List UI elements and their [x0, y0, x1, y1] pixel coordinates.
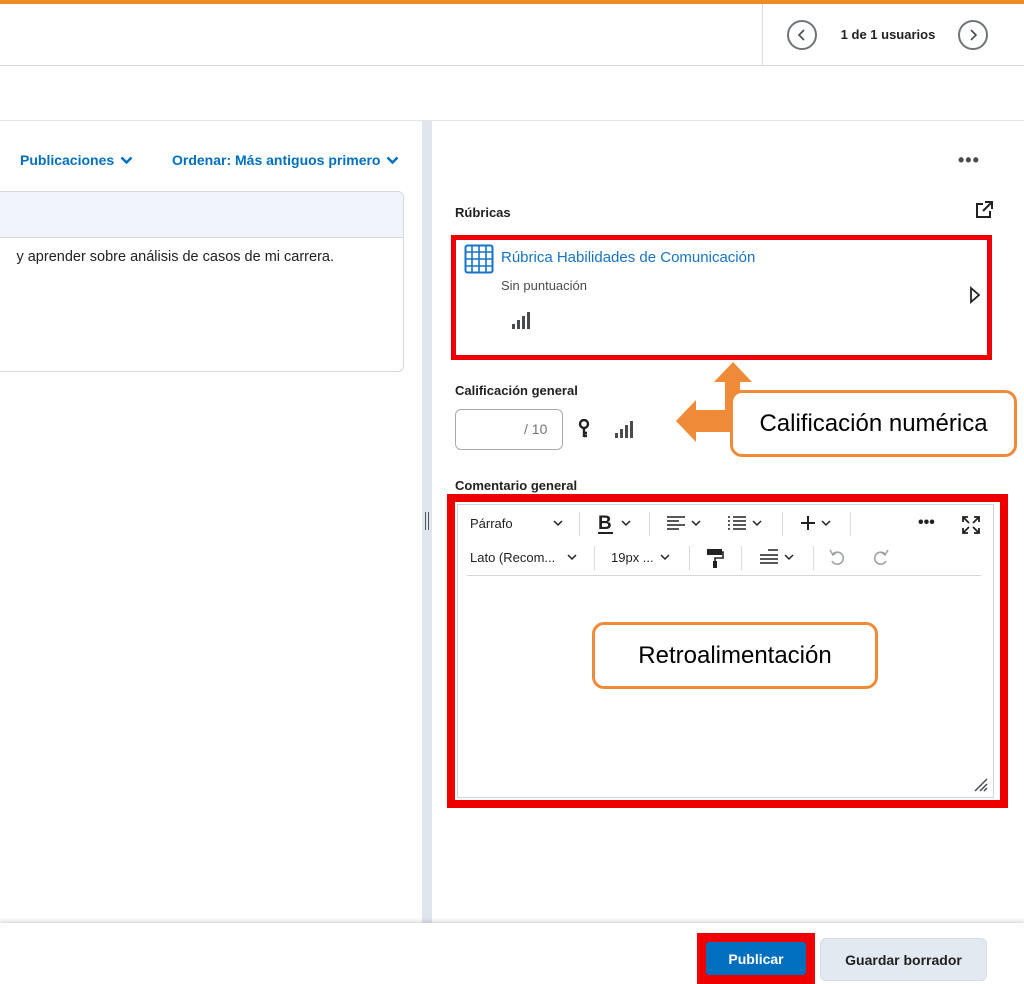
list-icon — [728, 516, 746, 530]
line-spacing-button[interactable] — [760, 548, 794, 566]
rubric-score: Sin puntuación — [501, 278, 588, 293]
more-icon[interactable]: ••• — [958, 150, 980, 171]
previous-user-button[interactable] — [787, 20, 817, 50]
chevron-down-icon — [553, 520, 563, 527]
splitter-grip-icon[interactable] — [425, 512, 429, 530]
redo-icon[interactable] — [871, 549, 889, 567]
format-block-select[interactable]: Párrafo — [470, 516, 563, 531]
rubric-grid-icon — [464, 244, 494, 274]
insert-button[interactable] — [801, 516, 831, 530]
chevron-down-icon — [387, 156, 399, 164]
submissions-panel: Publicaciones Ordenar: Más antiguos prim… — [0, 121, 422, 923]
undo-icon[interactable] — [829, 549, 847, 567]
editor-divider — [467, 575, 981, 576]
list-button[interactable] — [728, 516, 762, 530]
rubrics-label: Rúbricas — [455, 205, 511, 220]
font-size-select[interactable]: 19px ... — [611, 550, 670, 565]
post-card — [0, 191, 404, 372]
popout-icon[interactable] — [974, 200, 994, 220]
toolbar-separator — [594, 546, 595, 570]
font-family-select[interactable]: Lato (Recom... — [470, 550, 577, 565]
toolbar-separator — [813, 546, 814, 570]
toolbar-separator — [850, 512, 851, 536]
format-painter-icon[interactable] — [706, 548, 724, 568]
numeric-grade-callout: Calificación numérica — [730, 390, 1017, 457]
chevron-down-icon — [660, 554, 670, 561]
chevron-right-icon — [970, 29, 978, 41]
sort-filter-label: Ordenar: Más antiguos primero — [172, 152, 381, 168]
chevron-down-icon — [621, 519, 631, 526]
bold-icon: B — [598, 513, 613, 534]
toolbar-separator — [579, 512, 580, 536]
resize-icon[interactable] — [972, 776, 988, 792]
line-spacing-icon — [760, 549, 778, 564]
font-size-value: 19px ... — [611, 550, 654, 565]
chevron-left-icon — [797, 29, 805, 41]
user-count: 1 de 1 usuarios — [840, 27, 936, 42]
toolbar-separator — [741, 546, 742, 570]
save-draft-button[interactable]: Guardar borrador — [820, 938, 987, 981]
chevron-down-icon — [691, 519, 701, 526]
toolbar-separator — [649, 512, 650, 536]
publish-button[interactable]: Publicar — [706, 942, 806, 975]
feedback-callout: Retroalimentación — [592, 622, 878, 689]
bold-button[interactable]: B — [597, 512, 631, 534]
fullscreen-icon[interactable] — [962, 516, 980, 534]
chevron-down-icon — [752, 519, 762, 526]
align-button[interactable] — [667, 516, 701, 530]
format-block-value: Párrafo — [470, 516, 513, 531]
signal-icon — [615, 421, 633, 438]
grade-suffix: / 10 — [524, 421, 548, 437]
align-icon — [667, 516, 685, 530]
overall-grade-label: Calificación general — [455, 383, 578, 398]
chevron-down-icon — [821, 519, 831, 526]
toolbar-separator — [782, 512, 783, 536]
next-user-button[interactable] — [958, 20, 988, 50]
signal-icon — [512, 312, 530, 329]
post-card-header — [0, 192, 403, 238]
expand-icon[interactable] — [969, 286, 981, 304]
overall-comment-label: Comentario general — [455, 478, 578, 493]
chevron-down-icon — [120, 156, 133, 164]
sub-header — [0, 67, 1024, 121]
more-options-icon[interactable]: ••• — [918, 514, 935, 532]
svg-text:B: B — [598, 513, 612, 534]
publications-filter[interactable]: Publicaciones — [20, 152, 133, 168]
font-family-value: Lato (Recom... — [470, 550, 556, 565]
topbar-divider — [762, 4, 763, 66]
plus-icon — [801, 516, 815, 530]
rubric-title-link[interactable]: Rúbrica Habilidades de Comunicación — [501, 249, 755, 266]
chevron-down-icon — [784, 553, 794, 560]
chevron-down-icon — [567, 554, 577, 561]
toolbar-separator — [689, 546, 690, 570]
key-icon[interactable] — [577, 419, 591, 439]
sort-filter[interactable]: Ordenar: Más antiguos primero — [172, 152, 399, 168]
post-text: y aprender sobre análisis de casos de mi… — [16, 249, 334, 265]
publications-filter-label: Publicaciones — [20, 152, 115, 168]
